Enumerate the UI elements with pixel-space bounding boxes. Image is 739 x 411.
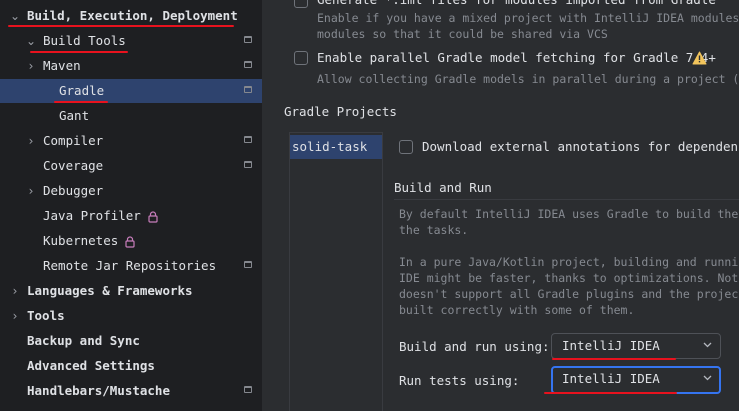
sidebar-item-label: Build Tools	[43, 33, 126, 48]
chevron-down-icon[interactable]: ⌄	[25, 34, 37, 48]
generate-iml-checkbox[interactable]	[294, 0, 308, 8]
project-level-icon	[244, 261, 252, 268]
settings-sidebar: ⌄ Build, Execution, Deployment ⌄ Build Tool…	[0, 0, 263, 411]
sidebar-item-label: Build, Execution, Deployment	[27, 8, 238, 23]
build-run-using-value: IntelliJ IDEA	[562, 338, 660, 353]
gradle-projects-heading: Gradle Projects	[284, 104, 397, 119]
build-desc-2-line-3: doesn't support all Gradle plugins and t…	[399, 287, 739, 301]
sidebar-item-label: Tools	[27, 308, 65, 323]
chevron-right-icon[interactable]: ›	[25, 134, 37, 148]
sidebar-item-label: Coverage	[43, 158, 104, 173]
sidebar-item-label: Kubernetes	[43, 233, 119, 248]
chevron-down-icon	[703, 342, 712, 348]
sidebar-item-build-tools[interactable]: ⌄ Build Tools	[0, 29, 262, 53]
annotation-underline	[544, 392, 677, 394]
project-level-icon	[244, 386, 252, 393]
sidebar-item-label: Backup and Sync	[27, 333, 140, 348]
build-and-run-separator	[394, 199, 739, 200]
project-item-label: solid-task	[292, 139, 368, 154]
sidebar-item-label: Languages & Frameworks	[27, 283, 193, 298]
run-tests-using-label: Run tests using:	[399, 373, 520, 388]
sidebar-item-gant[interactable]: Gant	[0, 104, 262, 128]
parallel-fetch-checkbox[interactable]	[294, 51, 308, 65]
sidebar-item-languages-frameworks[interactable]: › Languages & Frameworks	[0, 279, 262, 303]
download-annotations-checkbox[interactable]	[399, 140, 413, 154]
sidebar-item-label: Remote Jar Repositories	[43, 258, 217, 273]
lock-icon	[125, 236, 135, 248]
run-tests-using-value: IntelliJ IDEA	[562, 371, 660, 386]
sidebar-item-gradle[interactable]: Gradle	[0, 79, 262, 103]
download-annotations-label: Download external annotations for depend…	[422, 139, 739, 154]
generate-iml-desc-2: modules so that it could be shared via V…	[317, 27, 608, 41]
annotation-underline	[552, 358, 676, 360]
sidebar-item-remote-jar-repositories[interactable]: Remote Jar Repositories	[0, 254, 262, 278]
sidebar-item-handlebars-mustache[interactable]: Handlebars/Mustache	[0, 379, 262, 403]
sidebar-item-java-profiler[interactable]: Java Profiler	[0, 204, 262, 228]
generate-iml-desc-1: Enable if you have a mixed project with …	[317, 11, 739, 25]
parallel-fetch-desc: Allow collecting Gradle models in parall…	[317, 72, 739, 86]
generate-iml-label: Generate *.iml files for modules importe…	[317, 0, 716, 8]
build-desc-1-line-2: the tasks.	[399, 223, 469, 237]
annotation-underline	[8, 25, 234, 27]
build-desc-2-line-1: In a pure Java/Kotlin project, building …	[399, 255, 739, 269]
sidebar-item-maven[interactable]: › Maven	[0, 54, 262, 78]
chevron-down-icon[interactable]: ⌄	[9, 9, 21, 23]
build-desc-2-line-4: built correctly with some of them.	[399, 303, 635, 317]
annotation-underline	[54, 101, 108, 103]
build-run-using-dropdown[interactable]: IntelliJ IDEA	[551, 333, 721, 359]
sidebar-item-label: Handlebars/Mustache	[27, 383, 170, 398]
build-desc-1-line-1: By default IntelliJ IDEA uses Gradle to …	[399, 207, 739, 221]
chevron-right-icon[interactable]: ›	[9, 309, 21, 323]
sidebar-item-label: Gant	[59, 108, 90, 123]
chevron-down-icon	[703, 375, 712, 381]
sidebar-item-kubernetes[interactable]: Kubernetes	[0, 229, 262, 253]
lock-icon	[147, 211, 158, 223]
chevron-right-icon[interactable]: ›	[25, 59, 37, 73]
sidebar-item-compiler[interactable]: › Compiler	[0, 129, 262, 153]
sidebar-item-coverage[interactable]: Coverage	[0, 154, 262, 178]
warning-icon	[692, 51, 707, 65]
project-item-solid-task[interactable]: solid-task	[290, 135, 382, 159]
sidebar-item-label: Java Profiler	[43, 208, 141, 223]
project-level-icon	[244, 86, 252, 93]
sidebar-item-label: Advanced Settings	[27, 358, 155, 373]
project-level-icon	[244, 161, 252, 168]
chevron-right-icon[interactable]: ›	[9, 284, 21, 298]
project-level-icon	[244, 36, 252, 43]
sidebar-item-tools[interactable]: › Tools	[0, 304, 262, 328]
build-desc-2-line-2: IDE might be faster, thanks to optimizat…	[399, 271, 739, 285]
sidebar-item-label: Compiler	[43, 133, 104, 148]
project-level-icon	[244, 136, 252, 143]
annotation-underline	[30, 51, 128, 53]
gradle-projects-list: solid-task	[289, 132, 383, 411]
build-and-run-heading: Build and Run	[394, 180, 492, 195]
run-tests-using-dropdown[interactable]: IntelliJ IDEA	[551, 366, 721, 394]
project-level-icon	[244, 61, 252, 68]
build-run-using-label: Build and run using:	[399, 339, 550, 354]
sidebar-item-debugger[interactable]: › Debugger	[0, 179, 262, 203]
chevron-right-icon[interactable]: ›	[25, 184, 37, 198]
sidebar-item-label: Debugger	[43, 183, 104, 198]
sidebar-item-backup-and-sync[interactable]: Backup and Sync	[0, 329, 262, 353]
sidebar-item-label: Maven	[43, 58, 81, 73]
parallel-fetch-label: Enable parallel Gradle model fetching fo…	[317, 50, 716, 65]
sidebar-item-label: Gradle	[59, 83, 105, 98]
sidebar-item-advanced-settings[interactable]: Advanced Settings	[0, 354, 262, 378]
